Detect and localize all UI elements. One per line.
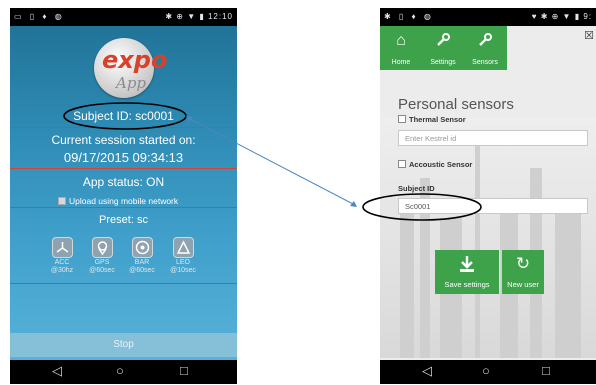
- preset-text: Preset: sc: [99, 214, 148, 226]
- leo-icon: [173, 237, 194, 258]
- checkbox-icon[interactable]: [398, 115, 406, 123]
- barometer-icon: [132, 237, 153, 258]
- upload-label: Upload using mobile network: [69, 196, 179, 206]
- upload-mobile-checkbox[interactable]: Upload using mobile network: [58, 196, 178, 206]
- signal-icons: ✱ ⊕ ▼ ▮: [165, 12, 208, 21]
- sensor-rate: @10sec: [170, 267, 196, 274]
- subject-id-input[interactable]: Sc0001: [398, 198, 588, 214]
- accoustic-sensor-checkbox[interactable]: Accoustic Sensor: [398, 160, 472, 169]
- back-icon[interactable]: ◁: [422, 363, 432, 379]
- save-settings-button[interactable]: Save settings: [435, 250, 499, 294]
- button-label: New user: [507, 280, 539, 289]
- tab-home[interactable]: ⌂ Home: [380, 26, 422, 70]
- session-datetime: 09/17/2015 09:34:13: [63, 150, 184, 165]
- thermal-label: Thermal Sensor: [409, 115, 466, 124]
- status-bar: ✱ ▯ ♦ ◍ ♥ ✱ ⊕ ▼ ▮ 9:: [380, 8, 596, 26]
- tab-label: Sensors: [472, 59, 498, 66]
- overflow-icon[interactable]: ☒: [584, 29, 594, 42]
- sensor-rate: @60sec: [129, 267, 155, 274]
- expoapp-logo: expo App: [94, 38, 167, 98]
- tab-bar: ⌂ Home Settings Sensors: [380, 26, 507, 70]
- sensor-name: LEO: [175, 259, 190, 266]
- checkbox-icon[interactable]: [398, 160, 406, 168]
- divider: [10, 127, 237, 128]
- tab-label: Home: [391, 59, 411, 66]
- notification-icons: ✱ ▯ ♦ ◍: [384, 12, 434, 21]
- logo-word-expo: expo: [102, 46, 168, 74]
- checkbox-icon[interactable]: [58, 197, 66, 205]
- thermal-sensor-checkbox[interactable]: Thermal Sensor: [398, 115, 466, 124]
- wrench-icon: [422, 32, 464, 53]
- refresh-icon: ↻: [515, 254, 531, 273]
- status-time: 9:: [583, 12, 592, 21]
- status-bar: ▭ ▯ ♦ ◍ ✱ ⊕ ▼ ▮ 12:10: [10, 8, 237, 26]
- new-user-button[interactable]: ↻ New user: [502, 250, 544, 294]
- back-icon[interactable]: ◁: [52, 363, 62, 379]
- city-background-image: [380, 118, 596, 358]
- home-icon: ⌂: [396, 32, 406, 49]
- recents-icon[interactable]: □: [180, 363, 188, 378]
- accoustic-label: Accoustic Sensor: [409, 160, 473, 169]
- sensor-name: BAR: [134, 259, 150, 266]
- recents-icon[interactable]: □: [542, 363, 550, 378]
- session-label: Current session started on:: [51, 133, 196, 147]
- button-label: Save settings: [444, 280, 490, 289]
- tab-label: Settings: [430, 59, 456, 66]
- divider: [10, 168, 237, 169]
- sensor-name: GPS: [94, 259, 110, 266]
- home-nav-icon[interactable]: ○: [482, 363, 490, 378]
- stop-button[interactable]: Stop: [10, 333, 237, 357]
- nav-bar: ◁ ○ □: [10, 360, 237, 384]
- kestrel-id-input[interactable]: Enter Kestrel id: [398, 130, 588, 146]
- gps-pin-icon: [92, 237, 113, 258]
- download-icon: [435, 254, 499, 279]
- left-phone-screen: ▭ ▯ ♦ ◍ ✱ ⊕ ▼ ▮ 12:10 expo App Subject I…: [10, 8, 237, 384]
- arrow-head-icon: [350, 201, 357, 207]
- logo-word-app: App: [116, 74, 147, 92]
- divider: [10, 207, 237, 208]
- signal-icons: ♥ ✱ ⊕ ▼ ▮: [531, 12, 584, 21]
- subject-id-label: Subject ID: [398, 184, 435, 193]
- status-time: 12:10: [207, 12, 233, 21]
- divider: [10, 283, 237, 284]
- sensor-rate: @30hz: [50, 267, 74, 274]
- sensor-rate: @60sec: [89, 267, 115, 274]
- right-phone-screen: ✱ ▯ ♦ ◍ ♥ ✱ ⊕ ▼ ▮ 9: ⌂ Home Settings Sen…: [380, 8, 596, 384]
- sensor-name: ACC: [54, 259, 70, 266]
- notification-icons: ▭ ▯ ♦ ◍: [14, 12, 65, 21]
- home-nav-icon[interactable]: ○: [116, 363, 124, 378]
- accelerometer-icon: [52, 237, 73, 258]
- subject-id-text: Subject ID: sc0001: [73, 109, 174, 123]
- nav-bar: ◁ ○ □: [380, 360, 596, 384]
- tab-sensors[interactable]: Sensors: [464, 26, 506, 70]
- tab-settings[interactable]: Settings: [422, 26, 464, 70]
- page-title: Personal sensors: [398, 96, 514, 113]
- wrench-icon: [464, 32, 506, 53]
- app-status: App status: ON: [82, 175, 165, 189]
